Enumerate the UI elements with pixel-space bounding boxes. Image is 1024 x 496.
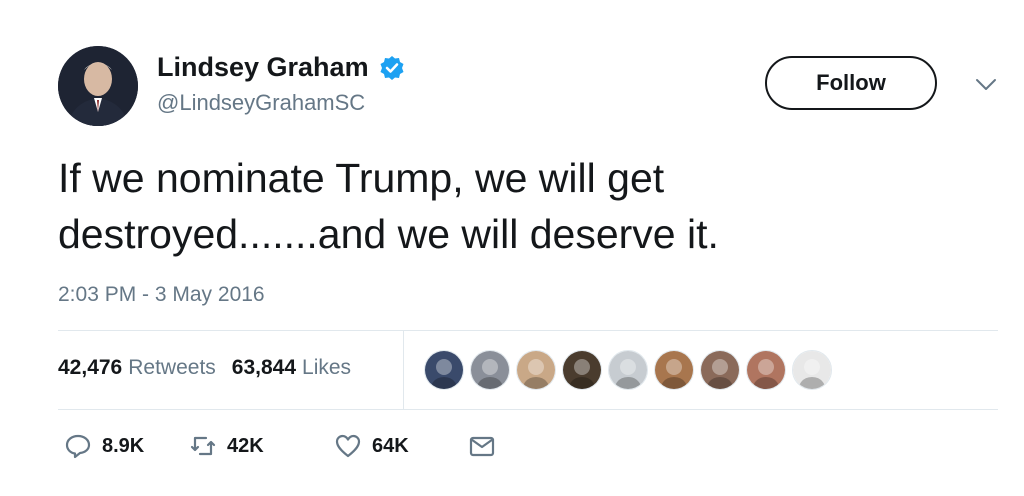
reply-action[interactable]: 8.9K (64, 432, 144, 460)
liker-avatar-8[interactable] (746, 350, 786, 390)
likes-count: 63,844 (231, 356, 297, 379)
author-display-name[interactable]: Lindsey Graham (157, 52, 369, 83)
engagement-stats: 42,476 Retweets 63,844 Likes (58, 356, 351, 380)
follow-button[interactable]: Follow (765, 56, 937, 110)
retweet-action[interactable]: 42K (189, 432, 264, 460)
like-count: 64K (372, 434, 409, 457)
liker-avatar-9[interactable] (792, 350, 832, 390)
retweet-count: 42K (227, 434, 264, 457)
liker-avatar-3[interactable] (516, 350, 556, 390)
author-handle[interactable]: @LindseyGrahamSC (157, 90, 365, 116)
liker-avatar-4[interactable] (562, 350, 602, 390)
retweets-stat[interactable]: 42,476 Retweets (58, 356, 216, 380)
heart-icon (335, 434, 361, 458)
liker-avatar-2[interactable] (470, 350, 510, 390)
tweet-card: Lindsey Graham @LindseyGrahamSC Follow I… (0, 0, 1024, 496)
tweet-text: If we nominate Trump, we will get destro… (58, 155, 719, 257)
envelope-icon (469, 436, 495, 457)
divider (58, 409, 998, 410)
retweet-icon (190, 436, 216, 456)
likes-stat[interactable]: 63,844 Likes (232, 356, 351, 380)
direct-message-action[interactable] (468, 432, 496, 460)
tweet-timestamp[interactable]: 2:03 PM - 3 May 2016 (58, 283, 265, 307)
liker-avatar-1[interactable] (424, 350, 464, 390)
liker-avatar-7[interactable] (700, 350, 740, 390)
reply-count: 8.9K (102, 434, 145, 457)
author-name-row: Lindsey Graham (157, 52, 405, 83)
liker-avatars (424, 350, 832, 390)
retweets-label: Retweets (128, 356, 216, 379)
stats-divider (403, 331, 404, 409)
divider (58, 330, 998, 331)
liker-avatar-5[interactable] (608, 350, 648, 390)
author-avatar[interactable] (58, 46, 138, 126)
verified-badge-icon (380, 55, 404, 80)
retweets-count: 42,476 (58, 356, 123, 379)
reply-icon (65, 434, 91, 459)
chevron-down-icon[interactable] (975, 78, 997, 92)
like-action[interactable]: 64K (334, 432, 409, 460)
liker-avatar-6[interactable] (654, 350, 694, 390)
likes-label: Likes (302, 356, 352, 379)
